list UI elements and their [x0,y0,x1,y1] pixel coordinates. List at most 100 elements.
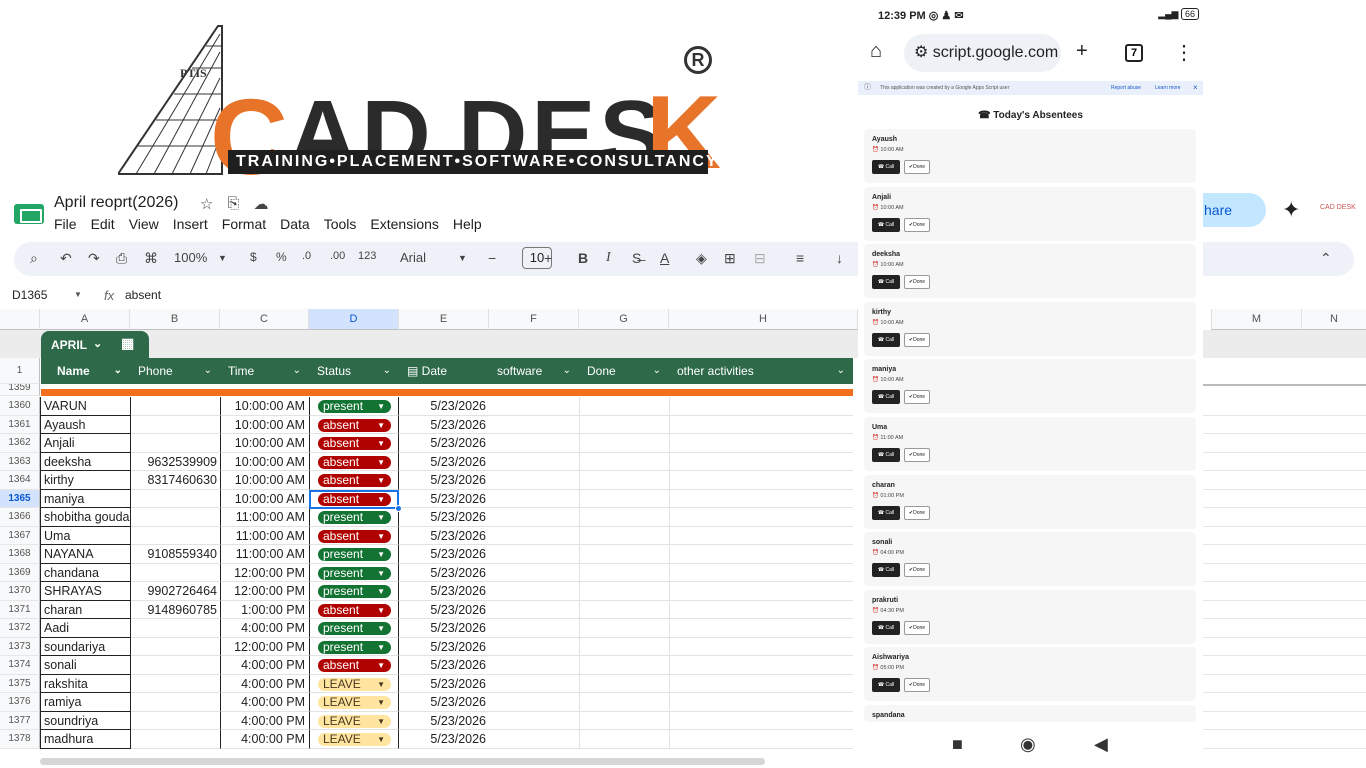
chevron-down-icon[interactable]: ▼ [377,641,385,654]
undo-icon[interactable]: ↶ [60,250,72,267]
software-cell[interactable] [489,490,579,508]
status-cell[interactable]: absent ▼ [309,526,399,545]
phone-cell[interactable] [131,693,220,712]
other-activities-cell[interactable] [669,508,853,527]
date-cell[interactable]: 5/23/2026 [399,490,489,508]
done-button[interactable]: ✔Done [904,678,930,693]
call-button[interactable]: ☎ Call [872,332,900,347]
zoom-select[interactable]: 100% [174,250,207,265]
formula-input[interactable]: absent [125,288,161,302]
name-cell[interactable]: SHRAYAS [40,582,131,601]
name-cell[interactable]: ramiya [40,693,131,712]
site-settings-icon[interactable]: ⚙ [914,44,933,61]
name-cell[interactable]: soundriya [40,711,131,730]
row-number[interactable]: 1371 [0,600,40,619]
menu-file[interactable]: File [54,216,77,232]
phone-cell[interactable]: 9148960785 [131,601,220,619]
row-number[interactable]: 1368 [0,545,40,564]
document-title[interactable]: April reoprt(2026) [54,194,179,212]
date-cell[interactable]: 5/23/2026 [399,527,489,545]
fill-handle[interactable] [395,505,402,512]
status-chip[interactable]: present ▼ [318,585,391,598]
name-cell[interactable]: maniya [40,489,131,508]
done-button[interactable]: ✔Done [904,217,930,232]
other-activities-cell[interactable] [669,471,853,490]
other-activities-cell[interactable] [669,730,853,749]
time-cell[interactable]: 4:00:00 PM [220,656,309,675]
back-icon[interactable]: ◀ [1094,734,1108,755]
call-button[interactable]: ☎ Call [872,448,900,462]
decrease-decimal-button[interactable]: .0 [302,250,311,262]
time-cell[interactable]: 10:00:00 AM [220,434,309,453]
chevron-down-icon[interactable]: ▼ [377,659,385,672]
other-activities-cell[interactable] [669,526,853,545]
phone-cell[interactable] [131,712,220,730]
header-other-activities[interactable]: other activities ⌄ [669,358,853,384]
menu-tools[interactable]: Tools [324,216,357,232]
name-cell[interactable]: charan [40,600,131,619]
tab-switcher-button[interactable]: 7 [1125,44,1143,62]
chevron-down-icon[interactable]: ▼ [377,474,385,487]
done-cell[interactable] [579,508,669,527]
number-format-button[interactable]: 123 [358,250,376,262]
done-cell[interactable] [579,489,669,508]
move-folder-icon[interactable]: ⎘ [227,195,239,213]
other-activities-cell[interactable] [669,489,853,508]
column-header-g[interactable]: G [579,309,669,330]
status-cell[interactable]: present ▼ [309,582,399,601]
call-button[interactable]: ☎ Call [872,160,900,174]
call-button[interactable]: ☎ Call [872,620,900,635]
name-cell[interactable]: kirthy [40,471,131,490]
name-cell[interactable]: deeksha [40,452,131,471]
header-done[interactable]: Done ⌄ [579,358,669,384]
phone-cell[interactable] [131,416,220,434]
name-cell[interactable]: Anjali [40,434,131,453]
software-cell[interactable] [489,416,579,434]
done-button[interactable]: ✔Done [904,390,930,405]
date-cell[interactable]: 5/23/2026 [399,582,489,601]
status-chip[interactable]: LEAVE ▼ [318,733,391,746]
date-cell[interactable]: 5/23/2026 [399,601,489,619]
increase-decimal-button[interactable]: .00 [330,250,345,262]
software-cell[interactable] [489,712,579,730]
status-chip[interactable]: present ▼ [318,622,391,635]
time-cell[interactable]: 12:00:00 PM [220,637,309,656]
status-cell[interactable]: absent ▼ [309,415,399,434]
menu-format[interactable]: Format [222,216,266,232]
phone-cell[interactable]: 9108559340 [131,545,220,564]
name-cell[interactable]: rakshita [40,674,131,693]
phone-cell[interactable]: 8317460630 [131,471,220,490]
date-cell[interactable]: 5/23/2026 [399,471,489,490]
chevron-down-icon[interactable]: ⌄ [114,358,122,384]
time-cell[interactable]: 1:00:00 PM [220,600,309,619]
phone-cell[interactable] [131,619,220,638]
chevron-down-icon[interactable]: ▼ [377,437,385,450]
row-number[interactable]: 1375 [0,674,40,693]
done-cell[interactable] [579,471,669,490]
other-activities-cell[interactable] [669,434,853,453]
other-activities-cell[interactable] [669,600,853,619]
phone-cell[interactable] [131,527,220,545]
status-chip[interactable]: absent ▼ [318,455,391,469]
status-chip[interactable]: absent ▼ [318,418,391,432]
chevron-down-icon[interactable]: ▼ [377,715,385,728]
header-name[interactable]: Name ⌄ [41,358,130,384]
table-name-chip[interactable]: APRIL ⌄ ▦ [41,331,149,358]
date-cell[interactable]: 5/23/2026 [399,564,489,582]
learn-more-link[interactable]: Learn more [1155,81,1181,95]
time-cell[interactable]: 4:00:00 PM [220,693,309,712]
column-header-b[interactable]: B [130,309,220,330]
row-number[interactable]: 1361 [0,415,40,434]
menu-data[interactable]: Data [280,216,310,232]
column-header-a[interactable]: A [40,309,130,330]
status-chip[interactable]: present ▼ [318,511,391,524]
strikethrough-icon[interactable]: S̶ [632,250,641,266]
select-all-corner[interactable] [0,309,40,330]
done-cell[interactable] [579,582,669,601]
software-cell[interactable] [489,545,579,564]
recents-icon[interactable]: ■ [952,734,963,755]
time-cell[interactable]: 10:00:00 AM [220,489,309,508]
status-chip[interactable]: absent ▼ [318,659,391,672]
done-cell[interactable] [579,637,669,656]
done-cell[interactable] [579,693,669,712]
